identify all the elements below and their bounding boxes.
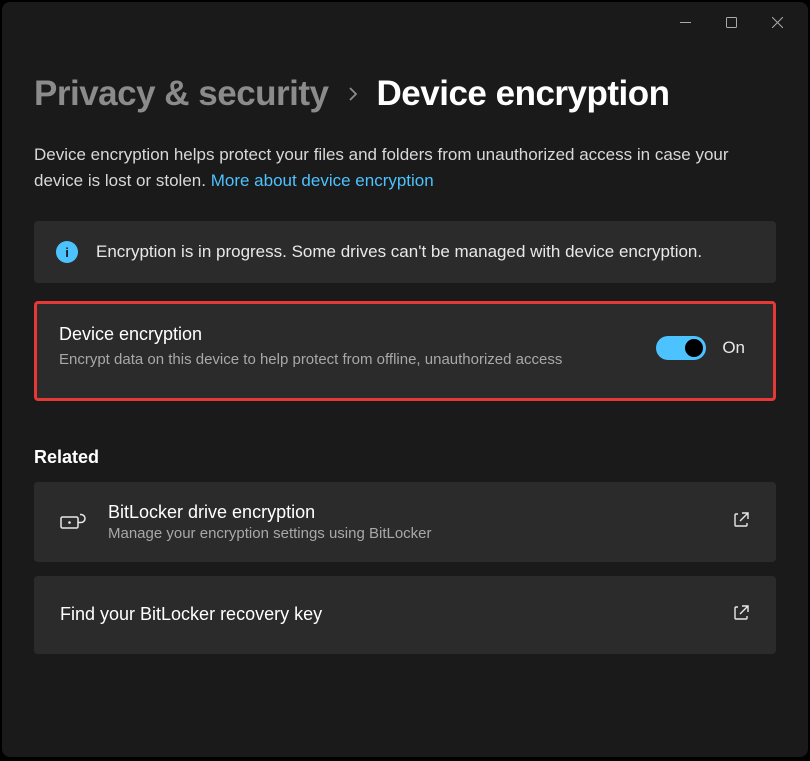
close-button[interactable]	[754, 6, 800, 38]
open-external-icon	[733, 511, 750, 533]
info-icon: i	[56, 241, 78, 263]
toggle-title: Device encryption	[59, 324, 656, 345]
minimize-button[interactable]	[662, 6, 708, 38]
toggle-state-label: On	[722, 338, 745, 358]
info-banner: i Encryption is in progress. Some drives…	[34, 221, 776, 283]
open-external-icon	[733, 604, 750, 626]
info-message: Encryption is in progress. Some drives c…	[96, 239, 702, 265]
chevron-right-icon	[347, 86, 359, 107]
toggle-text-group: Device encryption Encrypt data on this d…	[59, 324, 656, 372]
device-encryption-card: Device encryption Encrypt data on this d…	[34, 301, 776, 401]
related-item-content: BitLocker drive encryption Manage your e…	[108, 502, 711, 542]
toggle-knob	[685, 339, 703, 357]
lock-icon	[60, 511, 86, 533]
page-description: Device encryption helps protect your fil…	[34, 142, 776, 193]
learn-more-link[interactable]: More about device encryption	[211, 171, 434, 190]
related-item-title: BitLocker drive encryption	[108, 502, 711, 523]
settings-window: Privacy & security Device encryption Dev…	[2, 2, 808, 757]
related-heading: Related	[34, 447, 776, 468]
related-item-content: Find your BitLocker recovery key	[60, 604, 711, 625]
maximize-button[interactable]	[708, 6, 754, 38]
titlebar	[2, 2, 808, 42]
breadcrumb-parent[interactable]: Privacy & security	[34, 74, 329, 114]
page-content: Privacy & security Device encryption Dev…	[2, 74, 808, 654]
page-title: Device encryption	[377, 74, 670, 114]
bitlocker-drive-encryption-item[interactable]: BitLocker drive encryption Manage your e…	[34, 482, 776, 562]
device-encryption-toggle[interactable]	[656, 336, 706, 360]
related-item-title: Find your BitLocker recovery key	[60, 604, 711, 625]
breadcrumb: Privacy & security Device encryption	[34, 74, 776, 114]
related-item-description: Manage your encryption settings using Bi…	[108, 525, 711, 542]
toggle-control-group: On	[656, 336, 745, 360]
find-recovery-key-item[interactable]: Find your BitLocker recovery key	[34, 576, 776, 654]
toggle-description: Encrypt data on this device to help prot…	[59, 349, 656, 372]
